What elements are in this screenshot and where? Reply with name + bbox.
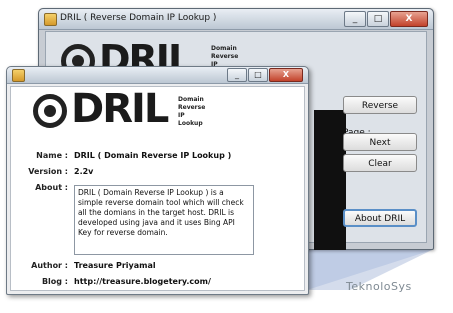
maximize-icon: □ [254,70,262,79]
name-label: Name : [36,151,68,160]
close-icon: X [405,14,413,24]
logo-wordmark: DRIL [71,86,169,132]
about-dialog: _ □ X DRIL Domain Reverse IP Lookup Name… [6,66,309,295]
about-dialog-controls: _ □ X [226,68,303,83]
close-button[interactable]: X [269,68,303,82]
blog-link[interactable]: http://treasure.blogetery.com/ [74,277,211,286]
close-icon: X [282,70,290,79]
logo-dot-icon [44,105,56,117]
java-app-icon [44,13,57,26]
reverse-button[interactable]: Reverse [343,96,417,114]
about-logo: DRIL Domain Reverse IP Lookup [33,86,233,132]
author-label: Author : [31,261,68,270]
name-value: DRIL ( Domain Reverse IP Lookup ) [74,151,232,160]
minimize-button[interactable]: _ [227,68,247,82]
minimize-icon: _ [235,70,239,79]
minimize-button[interactable]: _ [344,11,366,27]
main-window-controls: _ □ X [343,11,428,27]
watermark: TeknoloSys [346,280,412,293]
about-button[interactable]: About DRIL [343,209,417,227]
clear-button[interactable]: Clear [343,154,417,172]
maximize-icon: □ [373,14,383,24]
logo-subtitle: Domain Reverse IP Lookup [178,96,206,127]
blog-label: Blog : [41,277,68,286]
next-button[interactable]: Next [343,133,417,151]
java-app-icon [12,69,25,82]
about-label: About : [35,183,68,192]
maximize-button[interactable]: □ [367,11,389,27]
about-dialog-body: DRIL Domain Reverse IP Lookup Name : DRI… [10,86,305,291]
close-button[interactable]: X [390,11,428,27]
about-dialog-titlebar: _ □ X [7,67,308,84]
main-window-titlebar: DRIL ( Reverse Domain IP Lookup ) _ □ X [39,9,433,30]
results-panel [314,110,346,250]
minimize-icon: _ [352,14,358,24]
version-label: Version : [28,167,68,176]
main-window-title: DRIL ( Reverse Domain IP Lookup ) [60,13,217,23]
maximize-button[interactable]: □ [248,68,268,82]
author-value: Treasure Priyamal [74,261,156,270]
version-value: 2.2v [74,167,94,176]
about-textarea[interactable]: DRIL ( Domain Reverse IP Lookup ) is a s… [74,185,254,255]
